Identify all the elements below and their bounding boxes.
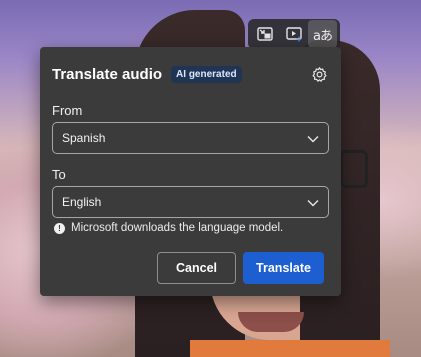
settings-button[interactable] <box>309 64 329 84</box>
picture-in-picture-icon <box>256 27 273 41</box>
from-language-value: Spanish <box>62 131 106 145</box>
video-overlay-toolbar: aあ <box>248 19 340 49</box>
from-language-select[interactable]: Spanish <box>52 122 329 154</box>
to-label: To <box>52 167 66 182</box>
video-shirt <box>190 340 390 357</box>
translate-icon: aあ <box>313 28 333 44</box>
ai-generated-badge: AI generated <box>171 65 242 83</box>
chevron-down-icon <box>307 200 319 207</box>
dialog-header: Translate audio AI generated <box>52 63 331 85</box>
video-enhance-button[interactable] <box>279 20 308 48</box>
chevron-down-icon <box>307 136 319 143</box>
info-icon: ! <box>54 222 65 234</box>
to-language-select[interactable]: English <box>52 186 329 218</box>
info-message: ! Microsoft downloads the language model… <box>54 222 283 234</box>
translate-button[interactable]: Translate <box>243 252 324 284</box>
cancel-button[interactable]: Cancel <box>157 252 236 284</box>
picture-in-picture-button[interactable] <box>250 20 279 48</box>
translate-audio-dialog: Translate audio AI generated From Spanis… <box>40 47 341 296</box>
video-sparkle-icon <box>285 27 302 42</box>
info-text: Microsoft downloads the language model. <box>71 222 284 234</box>
to-language-value: English <box>62 195 102 209</box>
dialog-title: Translate audio <box>52 65 163 83</box>
translate-audio-button[interactable]: aあ <box>308 20 337 48</box>
from-label: From <box>52 103 83 118</box>
video-glasses <box>340 150 368 188</box>
gear-icon <box>311 66 327 82</box>
video-mouth <box>238 312 304 332</box>
